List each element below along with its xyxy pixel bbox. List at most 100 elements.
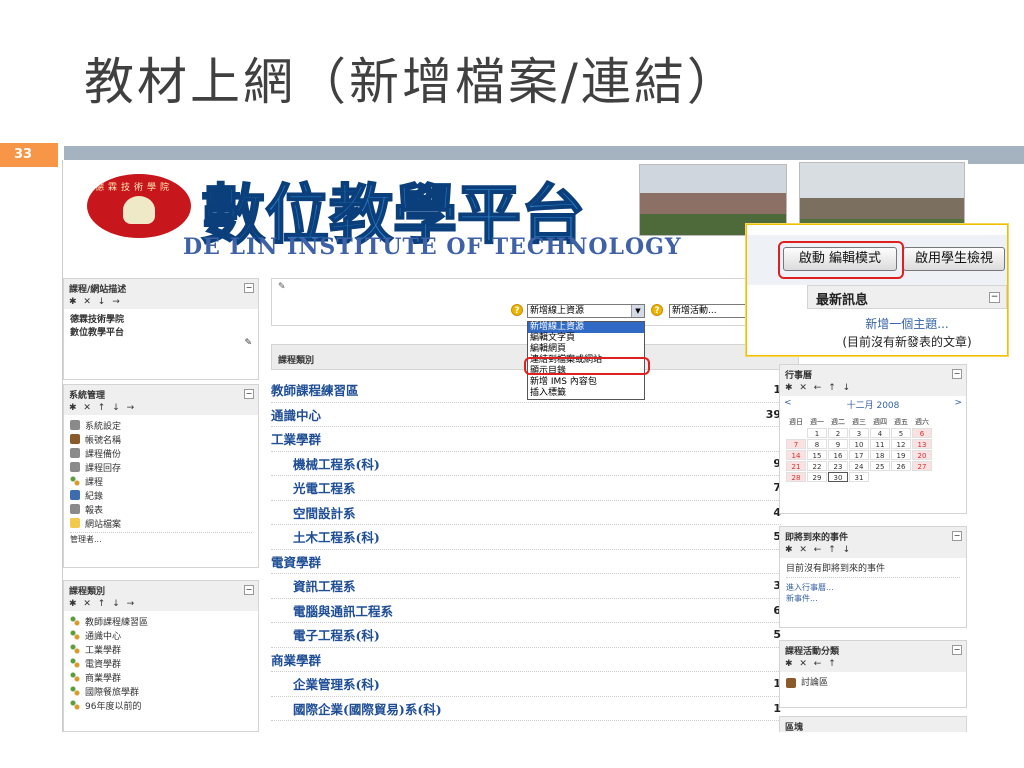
- calendar-day[interactable]: 10: [849, 439, 869, 449]
- admin-item-backup[interactable]: 課程備份: [70, 446, 252, 460]
- admin-item-courses[interactable]: 課程: [70, 474, 252, 488]
- upcoming-empty-text: 目前沒有即將到來的事件: [786, 561, 960, 578]
- add-topic-link[interactable]: 新增一個主題...: [807, 315, 1007, 332]
- category-link[interactable]: 教師課程練習區: [70, 614, 252, 628]
- minimize-icon[interactable]: −: [952, 645, 962, 655]
- help-icon[interactable]: ?: [511, 304, 523, 316]
- admin-item-logs[interactable]: 紀錄: [70, 488, 252, 502]
- school-logo[interactable]: 德霖技術學院: [87, 174, 191, 238]
- minimize-icon[interactable]: −: [244, 585, 254, 595]
- calendar-day[interactable]: 6: [912, 428, 932, 438]
- block-controls[interactable]: ✱ ✕ ↑ ↓ →: [69, 599, 253, 609]
- admin-item-settings[interactable]: 系統設定: [70, 418, 252, 432]
- dropdown-option[interactable]: 插入標籤: [528, 388, 644, 399]
- block-controls[interactable]: ✱ ✕ ← ↑: [785, 659, 961, 669]
- student-view-button[interactable]: 啟用學生檢視: [903, 247, 1005, 271]
- category-link[interactable]: 通識中心: [70, 628, 252, 642]
- course-description-block: 課程/網站描述 ✱ ✕ ↓ → − 德霖技術學院 數位教學平台 ✎: [63, 278, 259, 380]
- block-controls[interactable]: ✱ ✕ ↓ →: [69, 297, 253, 307]
- admin-item-restore[interactable]: 課程回存: [70, 460, 252, 474]
- category-row[interactable]: 教師課程練習區 1: [271, 378, 781, 403]
- calendar-day[interactable]: 23: [828, 461, 848, 471]
- minimize-icon[interactable]: −: [989, 292, 1000, 303]
- add-resource-select[interactable]: 新增線上資源 ▼: [527, 304, 645, 318]
- category-row[interactable]: 電子工程系(科) 5: [271, 623, 781, 648]
- calendar-day[interactable]: 31: [849, 472, 869, 482]
- calendar-day[interactable]: 24: [849, 461, 869, 471]
- calendar-day[interactable]: 12: [891, 439, 911, 449]
- calendar-day[interactable]: 22: [807, 461, 827, 471]
- calendar-day[interactable]: 7: [786, 439, 806, 449]
- category-row[interactable]: 企業管理系(科) 1: [271, 672, 781, 697]
- block-title: 課程/網站描述: [69, 285, 127, 295]
- calendar-day[interactable]: 27: [912, 461, 932, 471]
- calendar-month[interactable]: 十二月 2008: [847, 398, 900, 411]
- category-row[interactable]: 機械工程系(科) 9: [271, 452, 781, 476]
- category-row[interactable]: 土木工程系(科) 5: [271, 525, 781, 550]
- calendar-day[interactable]: 28: [786, 472, 806, 482]
- calendar-day[interactable]: 18: [870, 450, 890, 460]
- calendar-day[interactable]: 30: [828, 472, 848, 482]
- logo-ring-text: 德霖技術學院: [95, 183, 174, 193]
- calendar-day[interactable]: 20: [912, 450, 932, 460]
- calendar-day[interactable]: 26: [891, 461, 911, 471]
- category-row[interactable]: 電資學群: [271, 550, 781, 574]
- calendar-day[interactable]: 4: [870, 428, 890, 438]
- admin-item-users[interactable]: 帳號名稱: [70, 432, 252, 446]
- category-row[interactable]: 工業學群: [271, 427, 781, 452]
- dropdown-option[interactable]: 新增 IMS 內容包: [528, 377, 644, 388]
- calendar-day[interactable]: 29: [807, 472, 827, 482]
- calendar-day[interactable]: 13: [912, 439, 932, 449]
- minimize-icon[interactable]: −: [244, 389, 254, 399]
- admin-item-reports[interactable]: 報表: [70, 502, 252, 516]
- calendar-next-link[interactable]: >: [954, 398, 962, 411]
- edit-pen-icon[interactable]: ✎: [278, 282, 286, 292]
- calendar-day[interactable]: 9: [828, 439, 848, 449]
- category-row[interactable]: 電腦與通訊工程系 6: [271, 599, 781, 623]
- new-event-link[interactable]: 新事件...: [786, 593, 960, 604]
- block-controls[interactable]: ✱ ✕ ← ↑ ↓: [785, 545, 961, 555]
- calendar-day[interactable]: 16: [828, 450, 848, 460]
- help-icon[interactable]: ?: [651, 304, 663, 316]
- calendar-prev-link[interactable]: <: [784, 398, 792, 411]
- category-link[interactable]: 商業學群: [70, 670, 252, 684]
- forum-link[interactable]: 討論區: [780, 672, 966, 691]
- calendar-day[interactable]: 17: [849, 450, 869, 460]
- calendar-day[interactable]: 21: [786, 461, 806, 471]
- dropdown-option[interactable]: 編輯文字頁: [528, 333, 644, 344]
- category-row[interactable]: 光電工程系 7: [271, 476, 781, 501]
- calendar-day[interactable]: 1: [807, 428, 827, 438]
- admin-more-link[interactable]: 管理者...: [70, 532, 252, 545]
- category-link[interactable]: 96年度以前的: [70, 698, 252, 712]
- category-link[interactable]: 工業學群: [70, 642, 252, 656]
- calendar-day[interactable]: 14: [786, 450, 806, 460]
- calendar-day[interactable]: 19: [891, 450, 911, 460]
- minimize-icon[interactable]: −: [244, 283, 254, 293]
- category-row[interactable]: 空間設計系 4: [271, 501, 781, 525]
- category-row[interactable]: 通識中心 39: [271, 403, 781, 427]
- calendar-day[interactable]: 15: [807, 450, 827, 460]
- block-controls[interactable]: ✱ ✕ ← ↑ ↓: [785, 383, 961, 393]
- category-row[interactable]: 國際企業(國際貿易)系(科) 1: [271, 697, 781, 721]
- calendar-day[interactable]: 11: [870, 439, 890, 449]
- category-link[interactable]: 電資學群: [70, 656, 252, 670]
- calendar-blank: [891, 472, 911, 482]
- minimize-icon[interactable]: −: [952, 369, 962, 379]
- calendar-day[interactable]: 25: [870, 461, 890, 471]
- edit-pen-icon[interactable]: ✎: [70, 338, 252, 348]
- category-row[interactable]: 資訊工程系 3: [271, 574, 781, 599]
- minimize-icon[interactable]: −: [952, 531, 962, 541]
- calendar-day[interactable]: 5: [891, 428, 911, 438]
- calendar-day[interactable]: 8: [807, 439, 827, 449]
- category-link[interactable]: 國際餐旅學群: [70, 684, 252, 698]
- block-controls[interactable]: ✱ ✕ ↑ ↓ →: [69, 403, 253, 413]
- dropdown-option[interactable]: 新增線上資源: [528, 322, 644, 333]
- calendar-day[interactable]: 3: [849, 428, 869, 438]
- category-row[interactable]: 商業學群: [271, 648, 781, 672]
- calendar-day[interactable]: 2: [828, 428, 848, 438]
- admin-item-files[interactable]: 網站檔案: [70, 516, 252, 530]
- dropdown-option[interactable]: 編輯網頁: [528, 344, 644, 355]
- go-to-calendar-link[interactable]: 進入行事曆...: [786, 582, 960, 593]
- restore-icon: [70, 462, 80, 472]
- chevron-down-icon[interactable]: ▼: [631, 305, 644, 317]
